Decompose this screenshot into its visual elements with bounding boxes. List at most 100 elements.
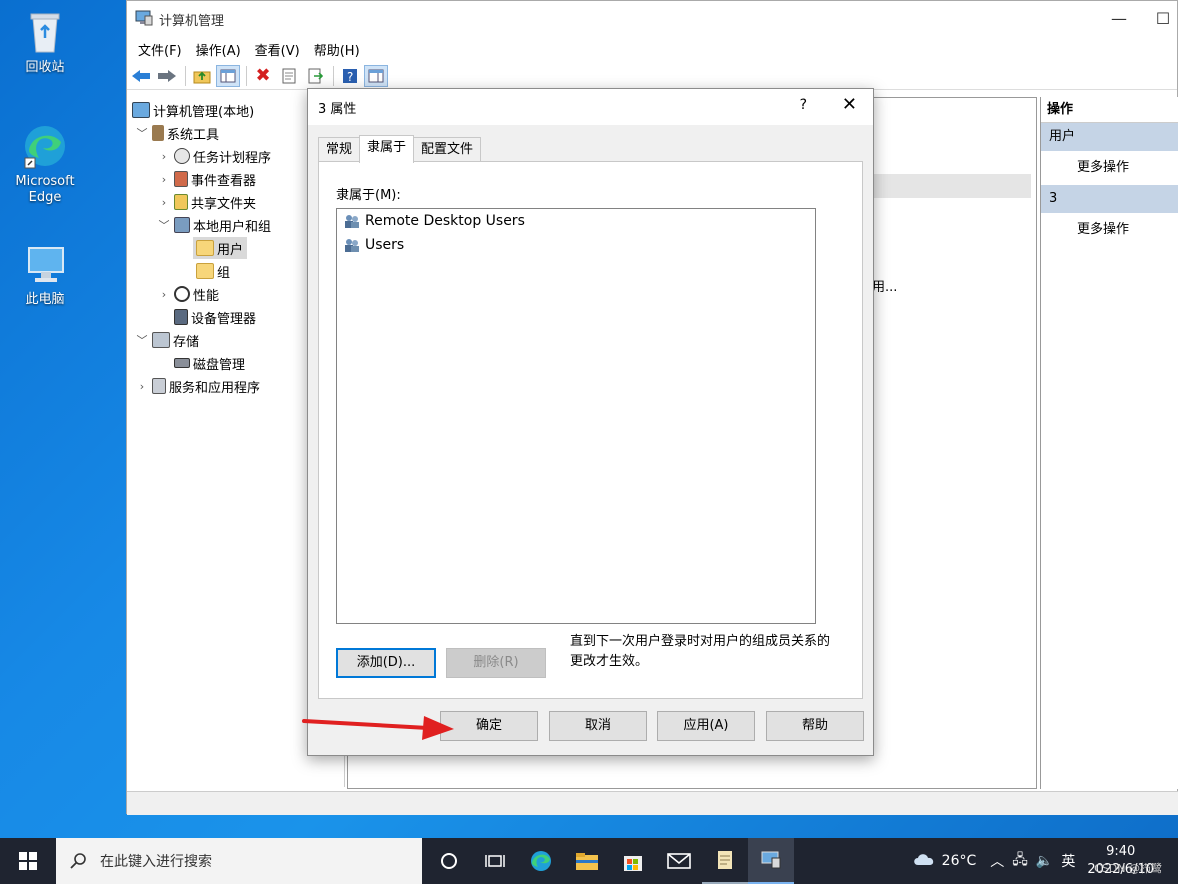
- chevron-down-icon[interactable]: ﹀: [135, 125, 149, 141]
- toolbar-separator: [246, 65, 247, 86]
- properties-icon[interactable]: [277, 65, 301, 87]
- chevron-right-icon[interactable]: ›: [157, 288, 171, 301]
- show-hide-tree-icon[interactable]: [216, 64, 240, 87]
- start-button[interactable]: [0, 838, 56, 884]
- notepad-icon[interactable]: [702, 838, 748, 884]
- tab-general[interactable]: 常规: [318, 137, 361, 163]
- tree-item-label: 共享文件夹: [191, 196, 257, 212]
- more-actions-link[interactable]: 更多操作: [1041, 151, 1178, 185]
- menu-bar: 文件(F) 操作(A) 查看(V) 帮助(H): [127, 36, 1177, 62]
- context-help-button[interactable]: ?: [800, 97, 807, 113]
- menu-action[interactable]: 操作(A): [189, 40, 248, 59]
- tree-item-label: 计算机管理(本地): [153, 104, 255, 120]
- list-item[interactable]: Users: [337, 233, 815, 257]
- remove-button[interactable]: 删除(R): [446, 648, 546, 678]
- tree-item-shared-folders[interactable]: › 共享文件夹: [157, 191, 256, 213]
- computer-management-taskbar-icon[interactable]: [748, 838, 794, 884]
- group-membership-list[interactable]: Remote Desktop Users Users: [336, 208, 816, 624]
- clock-time: 9:40: [1106, 844, 1136, 859]
- tab-profile[interactable]: 配置文件: [413, 137, 482, 163]
- help-icon[interactable]: ?: [338, 65, 362, 87]
- tree-item-disk-management[interactable]: 磁盘管理: [171, 352, 245, 374]
- cancel-button[interactable]: 取消: [549, 711, 647, 741]
- desktop-icon-edge[interactable]: Microsoft Edge: [8, 122, 82, 207]
- folder-icon: [196, 240, 214, 256]
- recycle-bin-icon: [21, 8, 69, 56]
- chevron-right-icon[interactable]: ›: [157, 150, 171, 163]
- chevron-right-icon[interactable]: ›: [157, 196, 171, 209]
- chevron-right-icon[interactable]: ›: [157, 173, 171, 186]
- tree-item-storage[interactable]: ﹀ 存储: [135, 329, 199, 351]
- tree-item-device-manager[interactable]: 设备管理器: [171, 306, 256, 328]
- tree-item-services-applications[interactable]: › 服务和应用程序: [135, 375, 260, 397]
- watermark: CSDN @栉鹭: [1094, 862, 1162, 875]
- forward-arrow-icon[interactable]: [155, 65, 179, 87]
- close-icon[interactable]: ✕: [842, 94, 857, 115]
- action-section-users[interactable]: 用户: [1041, 123, 1178, 151]
- weather-temp[interactable]: 26°C: [942, 853, 977, 869]
- menu-help[interactable]: 帮助(H): [307, 40, 367, 59]
- user-properties-dialog: 3 属性 ? ✕ 常规 隶属于 配置文件 隶属于(M): Remote Desk…: [307, 88, 874, 756]
- network-icon[interactable]: 🖧: [1012, 849, 1028, 873]
- show-action-pane-icon[interactable]: [364, 64, 388, 87]
- clock-icon: [174, 148, 190, 164]
- more-actions-link[interactable]: 更多操作: [1041, 213, 1178, 247]
- list-item[interactable]: Remote Desktop Users: [337, 209, 815, 233]
- computer-icon: [21, 240, 69, 288]
- tree-item-local-users-groups[interactable]: ﹀ 本地用户和组: [157, 214, 271, 236]
- tree-item-event-viewer[interactable]: › 事件查看器: [157, 168, 256, 190]
- menu-view[interactable]: 查看(V): [248, 40, 307, 59]
- performance-icon: [174, 286, 190, 302]
- search-placeholder: 在此键入进行搜索: [100, 854, 212, 870]
- chevron-down-icon[interactable]: ﹀: [135, 332, 149, 348]
- action-pane-header: 操作: [1041, 97, 1178, 123]
- cloud-icon[interactable]: [912, 851, 936, 871]
- tree-item-task-scheduler[interactable]: › 任务计划程序: [157, 145, 271, 167]
- add-button[interactable]: 添加(D)...: [336, 648, 436, 678]
- ime-indicator[interactable]: 英: [1061, 851, 1075, 871]
- storage-icon: [152, 332, 170, 348]
- tab-member-of[interactable]: 隶属于: [359, 135, 415, 163]
- speaker-icon[interactable]: 🔈: [1036, 853, 1053, 869]
- back-arrow-icon[interactable]: [129, 65, 153, 87]
- tree-item-label: 系统工具: [167, 127, 220, 143]
- taskbar: 在此键入进行搜索 26°C ︿ 🖧 🔈 英 9:40 2022/6/10 CSD…: [0, 838, 1178, 884]
- delete-icon[interactable]: ✖: [251, 65, 275, 87]
- task-view-icon[interactable]: [472, 838, 518, 884]
- maximize-button[interactable]: ☐: [1141, 5, 1178, 33]
- chevron-down-icon[interactable]: ﹀: [157, 217, 171, 233]
- tree-item-computer-management[interactable]: 计算机管理(本地): [129, 99, 254, 121]
- apply-button[interactable]: 应用(A): [657, 711, 755, 741]
- export-list-icon[interactable]: [303, 65, 327, 87]
- truncated-description: 用...: [872, 280, 898, 295]
- edge-taskbar-icon[interactable]: [518, 838, 564, 884]
- menu-file[interactable]: 文件(F): [131, 40, 189, 59]
- action-section-user-3[interactable]: 3: [1041, 185, 1178, 213]
- desktop-icon-this-pc[interactable]: 此电脑: [8, 240, 82, 308]
- tree-item-groups[interactable]: 组: [193, 260, 230, 282]
- tools-icon: [152, 125, 164, 141]
- desktop-icon-recycle-bin[interactable]: 回收站: [8, 8, 82, 76]
- up-folder-icon[interactable]: [190, 65, 214, 87]
- mail-icon[interactable]: [656, 838, 702, 884]
- device-manager-icon: [174, 309, 188, 325]
- cortana-icon[interactable]: [426, 838, 472, 884]
- minimize-button[interactable]: —: [1097, 5, 1141, 33]
- toolbar-separator: [185, 65, 186, 86]
- search-icon: [70, 853, 86, 869]
- tree-item-system-tools[interactable]: ﹀ 系统工具: [135, 122, 219, 144]
- help-button[interactable]: 帮助: [766, 711, 864, 741]
- group-icon: [343, 237, 361, 253]
- taskbar-search-box[interactable]: 在此键入进行搜索: [56, 838, 422, 884]
- selected-list-row[interactable]: [871, 174, 1031, 198]
- chevron-up-icon[interactable]: ︿: [990, 851, 1004, 871]
- chevron-right-icon[interactable]: ›: [135, 380, 149, 393]
- annotation-arrow-icon: [302, 716, 454, 740]
- file-explorer-icon[interactable]: [564, 838, 610, 884]
- member-of-label: 隶属于(M):: [336, 188, 401, 203]
- tree-item-users[interactable]: 用户: [193, 237, 248, 259]
- tree-item-performance[interactable]: › 性能: [157, 283, 219, 305]
- tree-item-label: 本地用户和组: [193, 219, 272, 235]
- store-icon[interactable]: [610, 838, 656, 884]
- dialog-title: 3 属性: [318, 102, 357, 117]
